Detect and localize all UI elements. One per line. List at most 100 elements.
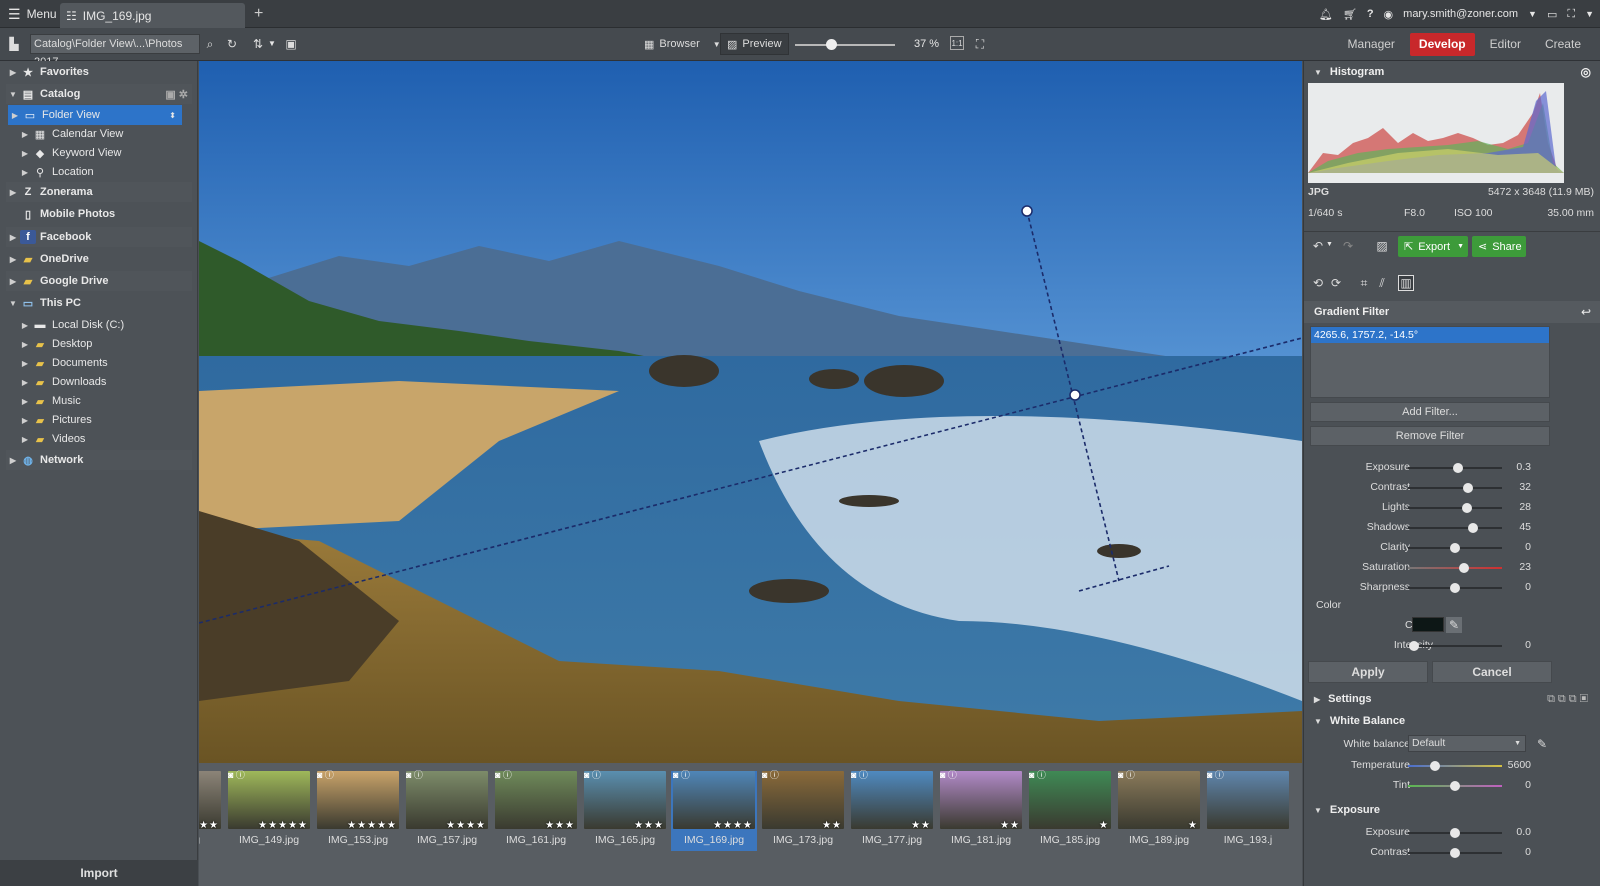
cancel-button[interactable]: Cancel bbox=[1432, 661, 1552, 683]
histogram-header[interactable]: ▼ Histogram ◎ bbox=[1304, 61, 1600, 83]
image-icon[interactable]: ▨ bbox=[1374, 238, 1390, 254]
expand-arrow-icon[interactable]: ▶ bbox=[6, 188, 20, 197]
preset-icons[interactable]: ⧉⧉⧉▣ bbox=[1547, 693, 1591, 706]
collapse-arrow-icon[interactable]: ▼ bbox=[6, 90, 20, 99]
settings-header[interactable]: ▶ Settings ⧉⧉⧉▣ bbox=[1304, 688, 1600, 710]
collapse-arrow-icon[interactable]: ▼ bbox=[6, 299, 20, 308]
up-down-icon[interactable]: ⬍ bbox=[169, 111, 176, 120]
gradient-slider-knob[interactable] bbox=[1450, 583, 1460, 593]
gradient-slider-knob[interactable] bbox=[1459, 563, 1469, 573]
camera-info-icon[interactable]: ◙ ⓘ bbox=[673, 768, 690, 781]
rating-stars[interactable]: ★★ bbox=[849, 820, 935, 831]
rating-stars[interactable]: ★★★★★ bbox=[199, 820, 223, 831]
tint-slider[interactable] bbox=[1408, 781, 1502, 791]
gradient-slider[interactable] bbox=[1408, 503, 1502, 513]
contrast-slider[interactable] bbox=[1408, 848, 1502, 858]
expand-arrow-icon[interactable]: ▶ bbox=[6, 68, 20, 77]
fullscreen-icon[interactable]: ⛶ bbox=[1567, 8, 1575, 21]
temperature-slider[interactable] bbox=[1408, 761, 1502, 771]
sidebar-item-onedrive[interactable]: ▶ ▰ OneDrive bbox=[6, 249, 192, 269]
color-swatch[interactable] bbox=[1412, 617, 1444, 632]
settings-circle-icon[interactable]: ◎ bbox=[1581, 65, 1591, 79]
bell-icon[interactable]: 🔔︎ bbox=[1319, 8, 1333, 21]
white-balance-select[interactable]: Default ▼ bbox=[1408, 735, 1526, 752]
sidebar-item-zonerama[interactable]: ▶ Z Zonerama bbox=[6, 182, 192, 202]
camera-info-icon[interactable]: ◙ ⓘ bbox=[762, 768, 779, 781]
zoom-slider-knob[interactable] bbox=[826, 39, 837, 50]
rotate-left-icon[interactable]: ⟲ bbox=[1310, 275, 1326, 291]
filmstrip-thumbnail[interactable]: ◙ ⓘ ★ IMG_185.jpg bbox=[1027, 770, 1113, 851]
expand-arrow-icon[interactable]: ▶ bbox=[18, 397, 32, 406]
user-email[interactable]: mary.smith@zoner.com bbox=[1403, 8, 1518, 20]
intensity-slider-knob[interactable] bbox=[1409, 641, 1419, 651]
gradient-slider-knob[interactable] bbox=[1453, 463, 1463, 473]
sidebar-item-mobile-photos[interactable]: ▯ Mobile Photos bbox=[6, 204, 192, 224]
expand-arrow-icon[interactable]: ▶ bbox=[18, 359, 32, 368]
browser-button[interactable]: ▦ Browser ▼ bbox=[638, 33, 727, 55]
camera-info-icon[interactable]: ◙ ⓘ bbox=[317, 768, 334, 781]
user-icon[interactable]: ◉ bbox=[1384, 8, 1394, 21]
chevron-down-icon[interactable]: ▼ bbox=[1326, 241, 1333, 248]
camera-info-icon[interactable]: ◙ ⓘ bbox=[1207, 768, 1224, 781]
sidebar-item-local-disk[interactable]: ▶ ▬ Local Disk (C:) bbox=[18, 315, 204, 335]
expand-arrow-icon[interactable]: ▶ bbox=[6, 277, 20, 286]
photo-preview[interactable] bbox=[199, 61, 1302, 763]
expand-arrow-icon[interactable]: ▶ bbox=[18, 149, 32, 158]
folder-up-icon[interactable]: ▙ bbox=[6, 36, 22, 52]
rating-stars[interactable]: ★★★★ bbox=[404, 820, 490, 831]
camera-info-icon[interactable]: ◙ ⓘ bbox=[584, 768, 601, 781]
filmstrip-thumbnail[interactable]: ◙ ⓘ ★★ IMG_177.jpg bbox=[849, 770, 935, 851]
gradient-center-handle[interactable] bbox=[1069, 389, 1081, 401]
filmstrip-thumbnail[interactable]: ◙ ⓘ ★★★★★ IMG_153.jpg bbox=[315, 768, 401, 851]
import-button[interactable]: Import bbox=[0, 860, 198, 886]
tab-editor[interactable]: Editor bbox=[1481, 33, 1530, 56]
gradient-slider[interactable] bbox=[1408, 523, 1502, 533]
gradient-slider-knob[interactable] bbox=[1462, 503, 1472, 513]
rating-stars[interactable]: ★ bbox=[1027, 820, 1113, 831]
expand-arrow-icon[interactable]: ▶ bbox=[6, 255, 20, 264]
sidebar-item-documents[interactable]: ▶ ▰ Documents bbox=[18, 353, 204, 373]
menu-button[interactable]: ☰ Menu bbox=[4, 4, 61, 24]
share-button[interactable]: ⋖ Share bbox=[1472, 236, 1526, 257]
chevron-down-icon[interactable]: ▼ bbox=[1585, 9, 1594, 19]
actual-size-icon[interactable]: 1:1 bbox=[950, 36, 964, 50]
filmstrip-thumbnail[interactable]: ◙ ⓘ ★★ IMG_181.jpg bbox=[938, 768, 1024, 851]
camera-info-icon[interactable]: ◙ ⓘ bbox=[940, 768, 957, 781]
gradient-filter-icon[interactable]: ▥ bbox=[1398, 275, 1414, 291]
tab-manager[interactable]: Manager bbox=[1339, 33, 1404, 56]
undo-icon[interactable]: ↶ bbox=[1310, 238, 1326, 254]
new-tab-plus-icon[interactable]: + bbox=[254, 5, 263, 23]
camera-info-icon[interactable]: ◙ ⓘ bbox=[406, 768, 423, 781]
sidebar-item-google-drive[interactable]: ▶ ▰ Google Drive bbox=[6, 271, 192, 291]
help-icon[interactable]: ? bbox=[1367, 8, 1374, 20]
export-button[interactable]: ⇱ Export ▼ bbox=[1398, 236, 1468, 257]
expand-arrow-icon[interactable]: ▶ bbox=[18, 435, 32, 444]
filter-list[interactable]: 4265.6, 1757.2, -14.5° bbox=[1310, 326, 1550, 398]
new-folder-icon[interactable]: ▣ bbox=[283, 36, 299, 52]
sidebar-item-pictures[interactable]: ▶ ▰ Pictures bbox=[18, 410, 204, 430]
camera-info-icon[interactable]: ◙ ⓘ bbox=[228, 768, 245, 781]
gradient-slider[interactable] bbox=[1408, 463, 1502, 473]
zoom-slider[interactable] bbox=[795, 39, 895, 50]
sidebar-item-network[interactable]: ▶ ◍ Network bbox=[6, 450, 192, 470]
expand-arrow-icon[interactable]: ▶ bbox=[6, 233, 20, 242]
gradient-slider[interactable] bbox=[1408, 483, 1502, 493]
straighten-icon[interactable]: ⫽ bbox=[1374, 275, 1390, 291]
sidebar-item-calendar-view[interactable]: ▶ ▦ Calendar View bbox=[18, 124, 204, 144]
sidebar-item-music[interactable]: ▶ ▰ Music bbox=[18, 391, 204, 411]
add-folder-icon[interactable]: ▣ ✲ bbox=[165, 88, 188, 101]
gradient-handle-top[interactable] bbox=[1021, 205, 1033, 217]
filmstrip-thumbnail[interactable]: ◙ ⓘ ★★★ IMG_165.jpg bbox=[582, 768, 668, 851]
rating-stars[interactable]: ★★ bbox=[760, 820, 846, 831]
exposure-slider[interactable] bbox=[1408, 828, 1502, 838]
gradient-slider-knob[interactable] bbox=[1450, 543, 1460, 553]
redo-icon[interactable]: ↷ bbox=[1340, 238, 1356, 254]
rating-stars[interactable]: ★★★★ bbox=[671, 820, 757, 831]
expand-arrow-icon[interactable]: ▶ bbox=[18, 321, 32, 330]
contrast-slider-knob[interactable] bbox=[1450, 848, 1460, 858]
camera-info-icon[interactable]: ◙ ⓘ bbox=[1118, 768, 1135, 781]
sidebar-item-favorites[interactable]: ▶ ★ Favorites bbox=[6, 62, 192, 82]
sidebar-item-facebook[interactable]: ▶ f Facebook bbox=[6, 227, 192, 247]
camera-info-icon[interactable]: ◙ ⓘ bbox=[495, 768, 512, 781]
filmstrip-thumbnail[interactable]: ◙ ⓘ ★★★ IMG_161.jpg bbox=[493, 768, 579, 851]
